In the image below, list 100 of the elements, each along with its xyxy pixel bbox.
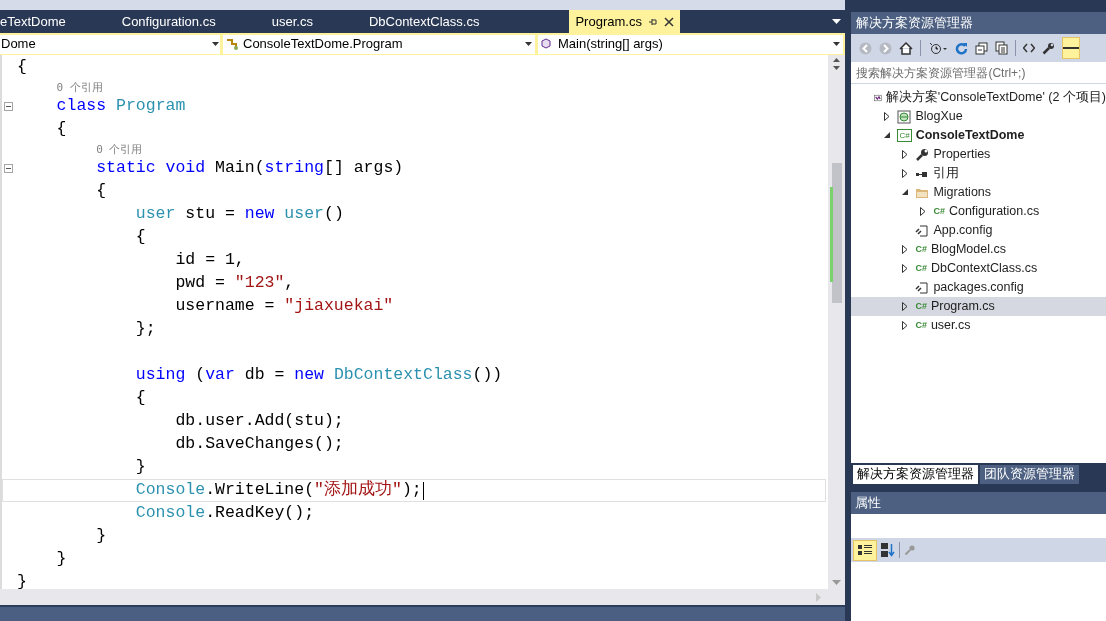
class-icon [226,38,240,50]
code-line: }; [134,318,156,340]
caret-icon [525,42,532,46]
collapse-icon[interactable] [4,102,13,111]
csharp-file-icon: C# [915,321,927,330]
expanded-arrow-icon[interactable] [883,132,891,139]
collapsed-arrow-icon[interactable] [902,264,909,273]
tree-item-label: 解决方案'ConsoleTextDome' (2 个项目) [885,89,1106,107]
editor-tab[interactable]: Program.cs [569,10,680,33]
code-line: db.SaveChanges(); [174,436,344,453]
refresh-icon[interactable] [955,41,969,55]
tree-item[interactable]: C# Program.cs [851,297,1106,316]
tree-item[interactable]: 引用 [851,164,1106,183]
editor-tab[interactable]: user.cs [265,10,319,33]
collapsed-arrow-icon[interactable] [884,112,891,121]
code-line: pwd = "123", [174,275,295,292]
tree-item[interactable]: packages.config [851,278,1106,297]
tree-item[interactable]: Migrations [851,183,1106,202]
horizontal-scrollbar[interactable] [0,589,846,605]
tree-item[interactable]: BlogXue [851,107,1106,126]
config-file-icon [915,280,930,295]
tree-item-label: Properties [933,146,991,164]
code-line: } [95,528,107,545]
vertical-scrollbar[interactable] [828,55,846,589]
csharp-file-icon: C# [933,207,945,216]
code-line: db.user.Add(stu); [174,413,344,430]
panel-title: 解决方案资源管理器 [851,12,1106,34]
tree-item[interactable]: C# Configuration.cs [851,202,1106,221]
search-field[interactable]: 搜索解决方案资源管理器(Ctrl+;) [851,62,1106,84]
tree-item-label: Program.cs [930,298,995,316]
tree-item[interactable]: C# BlogModel.cs [851,240,1106,259]
tree-item[interactable]: C# DbContextClass.cs [851,259,1106,278]
tree-item[interactable]: Properties [851,145,1106,164]
editor-tab[interactable]: Configuration.cs [115,10,222,33]
code-line: username = "jiaxuekai" [174,298,394,315]
home-icon[interactable] [899,41,914,55]
collapsed-arrow-icon[interactable] [902,169,909,178]
tree-item-label: App.config [933,222,993,240]
tree-item-label: Migrations [933,184,992,202]
tree-item[interactable]: C# ConsoleTextDome [851,126,1106,145]
globe-icon [897,109,912,124]
reference-count[interactable]: 0 个引用 [56,81,103,93]
tree-item[interactable]: C# user.cs [851,316,1106,335]
csharp-file-icon: C# [915,264,927,273]
collapsed-arrow-icon[interactable] [920,207,927,216]
code-line: { [134,390,146,407]
csharp-file-icon: C# [915,302,927,311]
panel-tab[interactable]: 解决方案资源管理器 [853,465,979,484]
tree-item-label: 引用 [933,165,960,183]
panel-title: 属性 [851,492,1106,514]
close-icon[interactable] [663,16,674,27]
csharp-project-icon: C# [897,129,912,142]
collapsed-arrow-icon[interactable] [902,245,909,254]
wrench-icon [915,147,930,162]
sort-alphabetical-icon[interactable] [881,543,896,557]
editor-tab[interactable]: DbContextClass.cs [362,10,486,33]
collapse-icon[interactable] [4,164,13,173]
split-icon[interactable] [832,58,842,70]
code-line: } [55,551,67,568]
tree-item-label: BlogXue [915,108,963,126]
panel-tab[interactable]: 团队资源管理器 [980,465,1080,484]
reference-count[interactable]: 0 个引用 [96,143,143,155]
categorized-button[interactable] [853,539,878,561]
tree-item-label: ConsoleTextDome [915,127,1025,145]
collapsed-arrow-icon[interactable] [902,150,909,159]
csharp-file-icon: C# [915,245,927,254]
collapse-all-icon[interactable] [975,41,989,55]
tree-item-label: DbContextClass.cs [930,260,1038,278]
code-line: class Program [55,98,186,115]
code-icon[interactable] [1023,43,1036,53]
config-file-icon [915,223,930,238]
tree-item-label: BlogModel.cs [930,241,1006,259]
code-line: } [17,574,27,591]
editor-tab[interactable]: eTextDome [0,10,72,33]
code-line: { [55,121,67,138]
scroll-thumb[interactable] [832,163,843,303]
code-line: using (var db = new DbContextClass()) [134,367,503,384]
expanded-arrow-icon[interactable] [901,189,909,196]
caret-icon [212,42,219,46]
collapsed-arrow-icon[interactable] [902,321,909,330]
project-dropdown[interactable]: Dome [0,34,220,54]
tree-item-label: packages.config [933,279,1024,297]
wrench-icon[interactable] [1042,41,1056,55]
tree-item-label: Configuration.cs [948,203,1040,221]
tree-item[interactable]: 解决方案'ConsoleTextDome' (2 个项目) [851,88,1106,107]
code-line: { [95,183,107,200]
caret-icon [833,42,841,46]
dropdown-arrow-icon[interactable] [832,19,842,24]
code-line: { [17,59,27,76]
tree-item[interactable]: App.config [851,221,1106,240]
code-line: id = 1, [174,252,245,269]
clock-icon[interactable] [928,41,949,55]
member-dropdown[interactable]: Main(string[] args) [538,34,844,54]
copy-icon[interactable] [995,41,1009,55]
collapsed-arrow-icon[interactable] [902,302,909,311]
class-dropdown[interactable]: ConsoleTextDome.Program [223,34,535,54]
toolbar-toggle[interactable] [1062,37,1081,59]
pin-icon[interactable] [647,16,658,27]
code-line: static void Main(string[] args) [95,160,404,177]
code-line: } [134,459,146,476]
